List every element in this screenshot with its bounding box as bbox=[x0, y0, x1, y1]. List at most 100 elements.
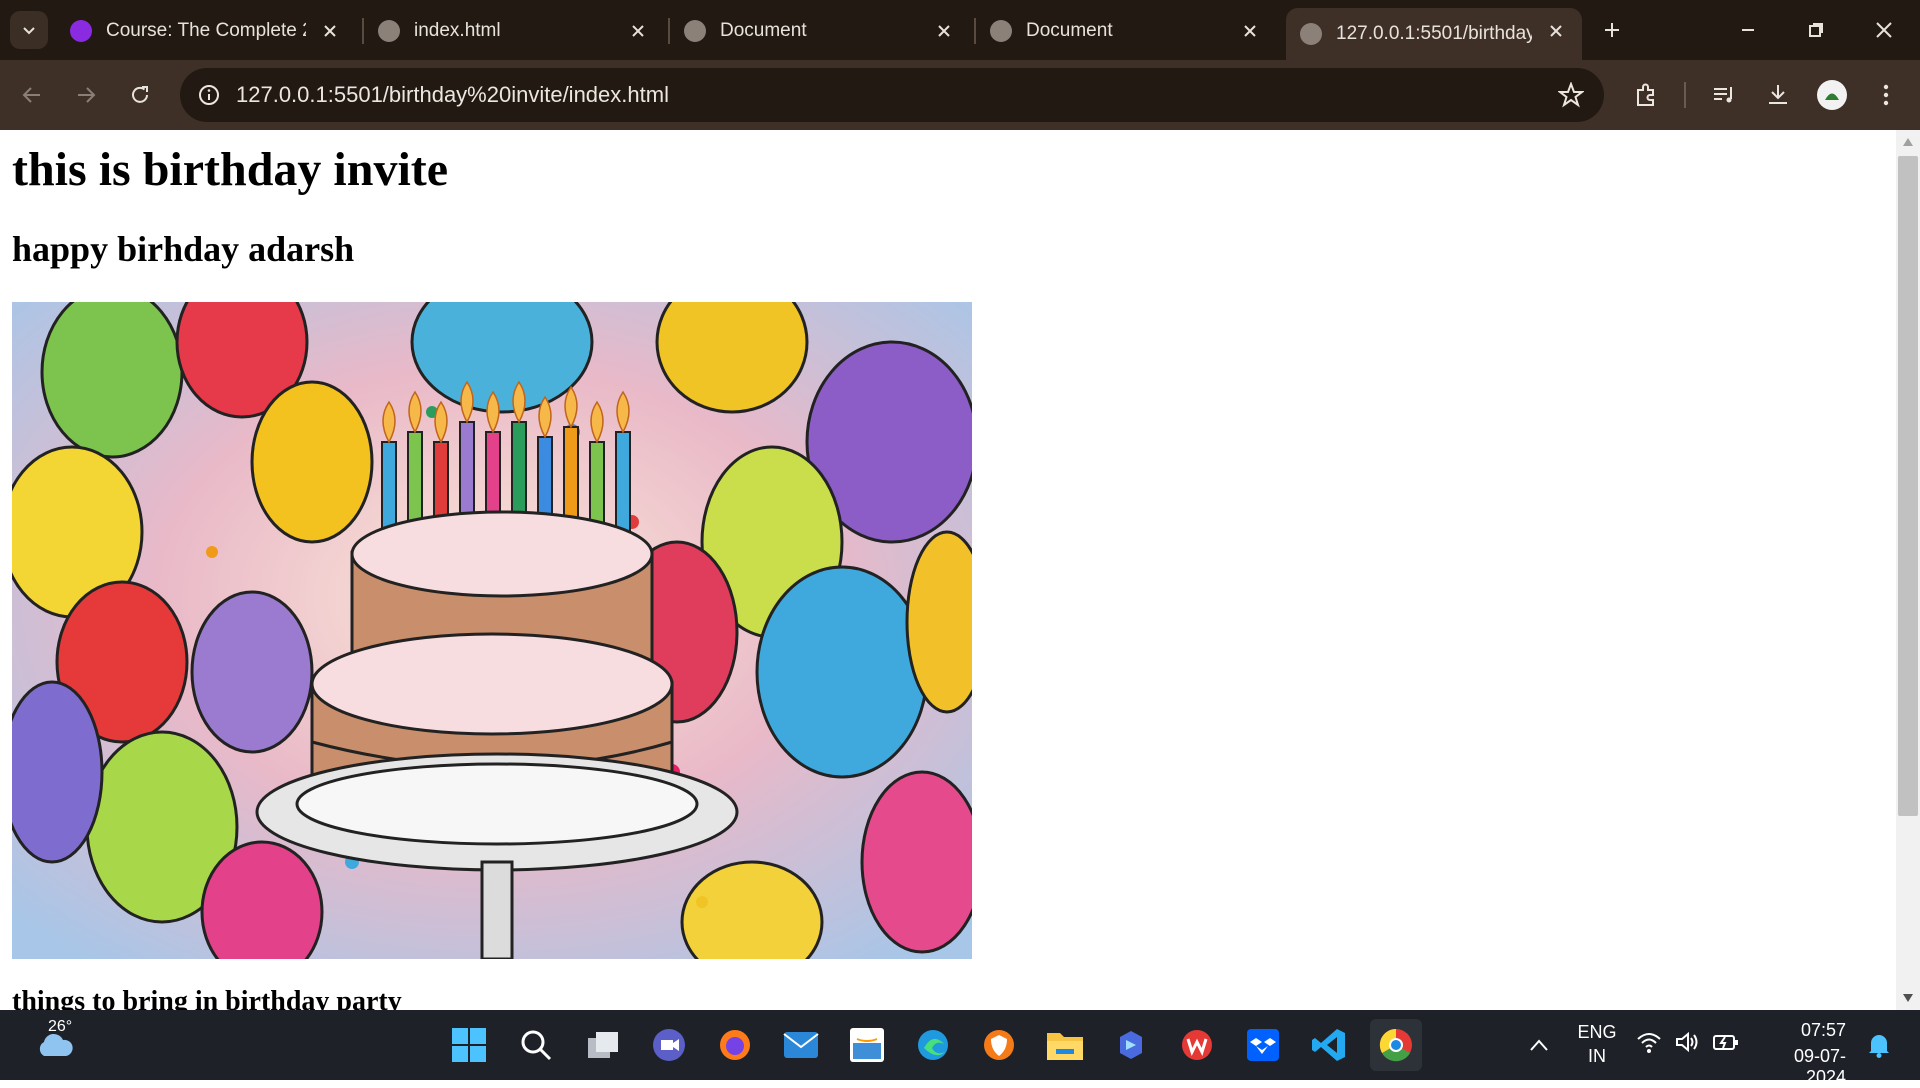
start-button[interactable] bbox=[446, 1022, 492, 1068]
reload-icon bbox=[132, 86, 148, 103]
brave-vpn-button[interactable] bbox=[976, 1022, 1022, 1068]
tab-search-button[interactable] bbox=[10, 11, 48, 49]
clock[interactable]: 07:57 09-07-2024 bbox=[1754, 1020, 1846, 1087]
downloads-button[interactable] bbox=[1760, 77, 1796, 113]
address-bar[interactable]: 127.0.0.1:5501/birthday%20invite/index.h… bbox=[180, 68, 1604, 122]
search-button[interactable] bbox=[513, 1022, 559, 1068]
edge-icon bbox=[918, 1030, 948, 1060]
wps-office-button[interactable] bbox=[1174, 1022, 1220, 1068]
chrome-icon bbox=[1379, 1028, 1412, 1062]
scrollbar-thumb[interactable] bbox=[1898, 156, 1918, 816]
tab-index-html[interactable]: index.html bbox=[364, 8, 664, 54]
chrome-button[interactable] bbox=[1370, 1019, 1422, 1071]
search-icon bbox=[521, 1030, 552, 1061]
battery-icon bbox=[1713, 1035, 1738, 1050]
playlist-icon bbox=[1714, 87, 1732, 103]
chevron-up-icon bbox=[1530, 1039, 1548, 1051]
page-title: this is birthday invite bbox=[12, 143, 449, 196]
download-icon bbox=[1769, 85, 1787, 104]
scroll-up-arrow-icon[interactable] bbox=[1903, 138, 1913, 146]
tab-title: index.html bbox=[414, 20, 501, 41]
minimize-icon bbox=[1742, 29, 1754, 31]
arrow-left-icon bbox=[22, 87, 40, 103]
meet-app-button[interactable] bbox=[646, 1022, 692, 1068]
reload-button[interactable] bbox=[122, 77, 158, 113]
vscode-icon bbox=[1312, 1029, 1345, 1061]
close-window-button[interactable] bbox=[1866, 12, 1902, 48]
forward-button[interactable] bbox=[68, 77, 104, 113]
tab-title: 127.0.0.1:5501/birthday in bbox=[1336, 23, 1532, 44]
browser-toolbar: 127.0.0.1:5501/birthday%20invite/index.h… bbox=[0, 60, 1920, 130]
folder-icon bbox=[1047, 1033, 1083, 1060]
globe-icon bbox=[378, 20, 400, 42]
section-heading: things to bring in birthday party bbox=[12, 986, 402, 1010]
page-subtitle: happy birhday adarsh bbox=[12, 229, 355, 269]
tab-course[interactable]: Course: The Complete 20 bbox=[56, 8, 356, 54]
weather-widget[interactable]: 26° bbox=[24, 1018, 84, 1068]
shield-icon bbox=[984, 1030, 1014, 1060]
puzzle-icon bbox=[1637, 83, 1654, 106]
menu-button[interactable] bbox=[1868, 77, 1904, 113]
dropbox-button[interactable] bbox=[1240, 1022, 1286, 1068]
globe-icon bbox=[684, 20, 706, 42]
udemy-icon bbox=[70, 20, 92, 42]
page-viewport: this is birthday invite happy birhday ad… bbox=[0, 130, 1896, 1010]
amazon-icon bbox=[850, 1028, 884, 1062]
task-view-button[interactable] bbox=[580, 1022, 626, 1068]
arrow-right-icon bbox=[78, 87, 96, 103]
firefox-button[interactable] bbox=[712, 1022, 758, 1068]
site-info-icon[interactable] bbox=[196, 82, 222, 108]
birthday-cake-image bbox=[12, 302, 972, 959]
restore-button[interactable] bbox=[1798, 12, 1834, 48]
chevron-down-icon bbox=[23, 27, 35, 35]
tab-birthday-invite[interactable]: 127.0.0.1:5501/birthday in bbox=[1286, 8, 1582, 60]
clock-date: 09-07-2024 bbox=[1793, 1046, 1846, 1087]
scroll-down-arrow-icon[interactable] bbox=[1903, 994, 1913, 1002]
new-tab-button[interactable] bbox=[1594, 12, 1630, 48]
show-hidden-icons-button[interactable] bbox=[1516, 1022, 1562, 1068]
profile-button[interactable] bbox=[1814, 77, 1850, 113]
vscode-button[interactable] bbox=[1306, 1022, 1352, 1068]
close-tab-icon[interactable] bbox=[1238, 19, 1262, 43]
edge-button[interactable] bbox=[910, 1022, 956, 1068]
reading-list-button[interactable] bbox=[1706, 77, 1742, 113]
globe-icon bbox=[990, 20, 1012, 42]
tab-title: Course: The Complete 20 bbox=[106, 20, 306, 41]
back-button[interactable] bbox=[14, 77, 50, 113]
amazon-button[interactable] bbox=[844, 1022, 890, 1068]
wifi-icon bbox=[1637, 1033, 1661, 1053]
toolbar-separator bbox=[1684, 82, 1686, 108]
plus-icon bbox=[1605, 23, 1619, 37]
task-view-icon bbox=[588, 1032, 618, 1058]
extensions-button[interactable] bbox=[1628, 77, 1664, 113]
bell-icon bbox=[1869, 1035, 1889, 1058]
language-indicator[interactable]: ENG IN bbox=[1576, 1022, 1618, 1068]
close-tab-icon[interactable] bbox=[626, 19, 650, 43]
system-tray-status[interactable] bbox=[1636, 1030, 1740, 1054]
globe-icon bbox=[1300, 23, 1322, 45]
close-icon bbox=[1876, 22, 1892, 38]
tab-title: Document bbox=[1026, 20, 1113, 41]
close-tab-icon[interactable] bbox=[318, 19, 342, 43]
tab-document-2[interactable]: Document bbox=[976, 8, 1276, 54]
url-text: 127.0.0.1:5501/birthday%20invite/index.h… bbox=[236, 82, 669, 107]
weather-temp: 26° bbox=[48, 1018, 73, 1035]
avatar bbox=[1817, 80, 1847, 110]
mail-button[interactable] bbox=[778, 1022, 824, 1068]
tab-document-1[interactable]: Document bbox=[670, 8, 970, 54]
close-tab-icon[interactable] bbox=[1544, 19, 1568, 43]
clock-time: 07:57 bbox=[1800, 1020, 1846, 1040]
minimize-button[interactable] bbox=[1730, 12, 1766, 48]
bookmark-star-icon[interactable] bbox=[1557, 81, 1585, 113]
file-explorer-button[interactable] bbox=[1042, 1022, 1088, 1068]
tab-title: Document bbox=[720, 20, 807, 41]
copilot-button[interactable] bbox=[1108, 1022, 1154, 1068]
notifications-button[interactable] bbox=[1856, 1022, 1902, 1068]
wps-icon bbox=[1182, 1030, 1212, 1060]
volume-icon bbox=[1676, 1031, 1698, 1053]
dropbox-icon bbox=[1247, 1029, 1279, 1061]
windows-logo-icon bbox=[452, 1028, 486, 1062]
windows-taskbar: 26° ENG IN 07:57 09-07-2024 bbox=[0, 1010, 1920, 1087]
video-chat-icon bbox=[653, 1029, 685, 1061]
close-tab-icon[interactable] bbox=[932, 19, 956, 43]
